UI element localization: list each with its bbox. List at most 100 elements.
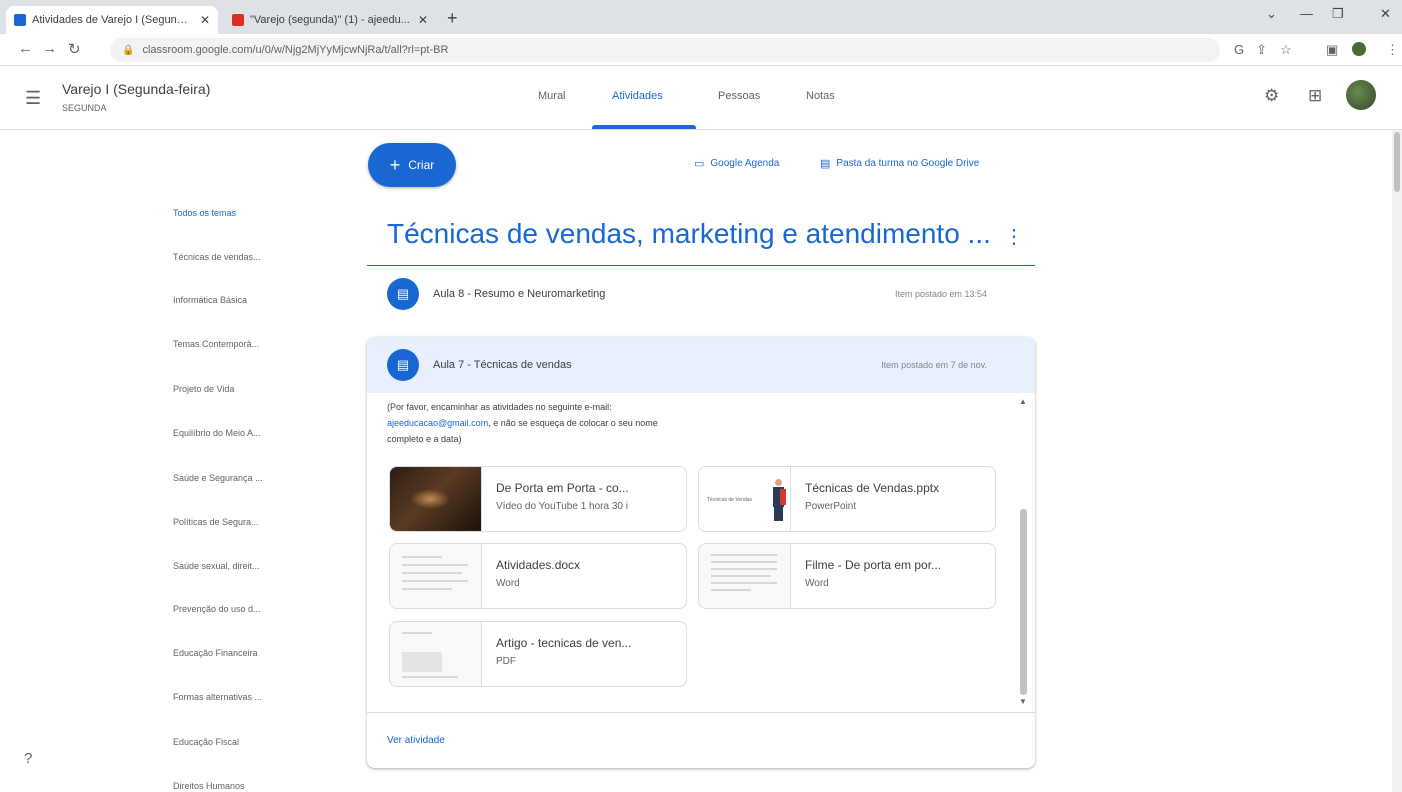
drive-folder-link[interactable]: ▤ Pasta da turma no Google Drive	[820, 157, 979, 170]
salesman-illustration	[771, 479, 786, 521]
settings-gear-icon[interactable]: ⚙	[1264, 86, 1279, 106]
close-window-icon[interactable]: ✕	[1380, 6, 1391, 22]
assignment-date: Item postado em 7 de nov.	[881, 360, 987, 370]
google-icon[interactable]: G	[1234, 42, 1244, 57]
address-bar-row: ← → ↻ 🔒 classroom.google.com/u/0/w/Njg2M…	[0, 34, 1402, 66]
assignment-description: (Por favor, encaminhar as atividades no …	[387, 399, 747, 447]
attachment-pdf[interactable]: Artigo - tecnicas de ven... PDF	[389, 621, 687, 687]
avatar[interactable]	[1346, 80, 1376, 110]
browser-tab-gmail[interactable]: "Varejo (segunda)" (1) - ajeedu... ✕	[224, 6, 436, 34]
assignment-icon: ▤	[387, 278, 419, 310]
tab-pessoas[interactable]: Pessoas	[718, 90, 760, 102]
attachment-type: Word	[805, 578, 829, 589]
description-scrollbar-thumb[interactable]	[1020, 509, 1027, 695]
tab-atividades[interactable]: Atividades	[612, 90, 663, 102]
attachment-type: PowerPoint	[805, 501, 857, 512]
url-text: classroom.google.com/u/0/w/Njg2MjYyMjcwN…	[142, 44, 449, 56]
sidebar-item-informatica[interactable]: Informática Básica	[173, 295, 293, 305]
pptx-thumbnail-label: Técnicas de Vendas	[707, 497, 753, 503]
back-icon[interactable]: ←	[18, 40, 33, 57]
classroom-favicon-icon	[14, 14, 26, 26]
sidebar-item-educacao-fiscal[interactable]: Educação Fiscal	[173, 737, 293, 747]
close-tab-icon[interactable]: ✕	[418, 13, 428, 27]
forward-icon[interactable]: →	[42, 40, 57, 57]
sidebar-item-saude-seguranca[interactable]: Saúde e Segurança ...	[173, 473, 293, 483]
close-tab-icon[interactable]: ✕	[200, 13, 210, 27]
docx-thumbnail	[699, 544, 791, 608]
docx-thumbnail	[390, 544, 482, 608]
share-icon[interactable]: ⇪	[1256, 42, 1267, 58]
assignment-title: Aula 7 - Técnicas de vendas	[433, 359, 572, 371]
sidebar-item-todos[interactable]: Todos os temas	[173, 208, 293, 218]
attachment-filme-docx[interactable]: Filme - De porta em por... Word	[698, 543, 996, 609]
attachment-docx[interactable]: Atividades.docx Word	[389, 543, 687, 609]
tab-notas[interactable]: Notas	[806, 90, 835, 102]
apps-grid-icon[interactable]: ⊞	[1308, 86, 1322, 106]
sidebar-item-formas[interactable]: Formas alternativas ...	[173, 692, 293, 702]
topic-title: Técnicas de vendas, marketing e atendime…	[387, 218, 991, 249]
sidebar-item-saude-sexual[interactable]: Saúde sexual, direit...	[173, 561, 293, 571]
view-assignment-link[interactable]: Ver atividade	[387, 735, 445, 746]
new-tab-icon[interactable]: +	[447, 8, 458, 29]
pptx-thumbnail: Técnicas de Vendas	[699, 467, 791, 531]
browser-menu-icon[interactable]: ⋮	[1386, 42, 1399, 58]
active-tab-indicator	[592, 125, 696, 129]
url-field[interactable]: 🔒 classroom.google.com/u/0/w/Njg2MjYyMjc…	[110, 38, 1220, 62]
topic-more-icon[interactable]: ⋮	[1004, 224, 1024, 249]
assignment-icon: ▤	[387, 349, 419, 381]
minimize-icon[interactable]: —	[1300, 6, 1313, 21]
drive-folder-label: Pasta da turma no Google Drive	[836, 158, 980, 169]
video-thumbnail	[390, 467, 482, 531]
attachment-name: Artigo - tecnicas de ven...	[496, 636, 632, 650]
description-line: (Por favor, encaminhar as atividades no …	[387, 402, 612, 412]
sidebar-item-prevencao[interactable]: Prevenção do uso d...	[173, 604, 293, 614]
sidebar-item-equilibrio[interactable]: Equilíbrio do Meio A...	[173, 428, 293, 438]
tab-search-icon[interactable]: ⌄	[1266, 6, 1277, 22]
classroom-header: ☰ Varejo I (Segunda-feira) SEGUNDA Mural…	[0, 66, 1402, 130]
browser-tab-classroom[interactable]: Atividades de Varejo I (Segunda- ✕	[6, 6, 219, 34]
sidebar-item-temas[interactable]: Temas Contemporâ...	[173, 339, 293, 349]
sidebar-item-tecnicas[interactable]: Técnicas de vendas...	[173, 252, 293, 262]
browser-tab-title: "Varejo (segunda)" (1) - ajeedu...	[250, 14, 410, 26]
profile-icon[interactable]	[1352, 42, 1366, 56]
sidebar-item-politicas[interactable]: Políticas de Segura...	[173, 517, 293, 527]
email-link[interactable]: ajeeducacao@gmail.com	[387, 418, 488, 428]
attachment-pptx[interactable]: Técnicas de Vendas Técnicas de Vendas.pp…	[698, 466, 996, 532]
plus-icon: +	[389, 154, 401, 175]
help-icon[interactable]: ?	[24, 750, 32, 767]
bookmark-star-icon[interactable]: ☆	[1280, 42, 1292, 58]
split-view-icon[interactable]: ▣	[1326, 42, 1338, 58]
sidebar-item-educacao-financeira[interactable]: Educação Financeira	[173, 648, 293, 658]
class-name[interactable]: Varejo I (Segunda-feira)	[62, 81, 210, 97]
page-scrollbar-thumb[interactable]	[1394, 132, 1400, 192]
assignment-date: Item postado em 13:54	[894, 289, 987, 299]
calendar-icon: ▭	[694, 158, 705, 170]
create-button[interactable]: + Criar	[368, 143, 456, 187]
attachment-video[interactable]: De Porta em Porta - co... Vídeo do YouTu…	[389, 466, 687, 532]
scroll-up-icon[interactable]: ▲	[1019, 397, 1027, 406]
tab-mural[interactable]: Mural	[538, 90, 566, 102]
browser-tab-title: Atividades de Varejo I (Segunda-	[32, 14, 192, 26]
sidebar-item-direitos[interactable]: Direitos Humanos	[173, 781, 293, 791]
browser-tab-bar: Atividades de Varejo I (Segunda- ✕ "Vare…	[0, 0, 1402, 34]
expanded-assignment-card: ▤ Aula 7 - Técnicas de vendas Item posta…	[367, 337, 1035, 768]
description-line: completo e a data)	[387, 434, 462, 444]
assignment-row[interactable]: ▤ Aula 7 - Técnicas de vendas Item posta…	[367, 337, 1035, 393]
pdf-thumbnail	[390, 622, 482, 686]
assignment-row[interactable]: ▤ Aula 8 - Resumo e Neuromarketing Item …	[367, 266, 1035, 322]
main-menu-icon[interactable]: ☰	[25, 88, 41, 109]
google-calendar-label: Google Agenda	[710, 158, 780, 169]
maximize-icon[interactable]: ❐	[1332, 6, 1344, 22]
sidebar-item-projeto[interactable]: Projeto de Vida	[173, 384, 293, 394]
google-calendar-link[interactable]: ▭ Google Agenda	[694, 157, 779, 170]
class-section: SEGUNDA	[62, 103, 107, 113]
drive-folder-icon: ▤	[820, 158, 831, 170]
attachment-type: Vídeo do YouTube 1 hora 30 i	[496, 501, 628, 512]
reload-icon[interactable]: ↻	[68, 40, 81, 58]
attachment-name: Técnicas de Vendas.pptx	[805, 481, 940, 495]
attachment-name: Atividades.docx	[496, 558, 581, 572]
attachment-type: PDF	[496, 656, 516, 667]
page-scrollbar[interactable]	[1392, 130, 1402, 792]
scroll-down-icon[interactable]: ▼	[1019, 697, 1027, 706]
description-scrollbar[interactable]: ▲ ▼	[1015, 397, 1031, 713]
